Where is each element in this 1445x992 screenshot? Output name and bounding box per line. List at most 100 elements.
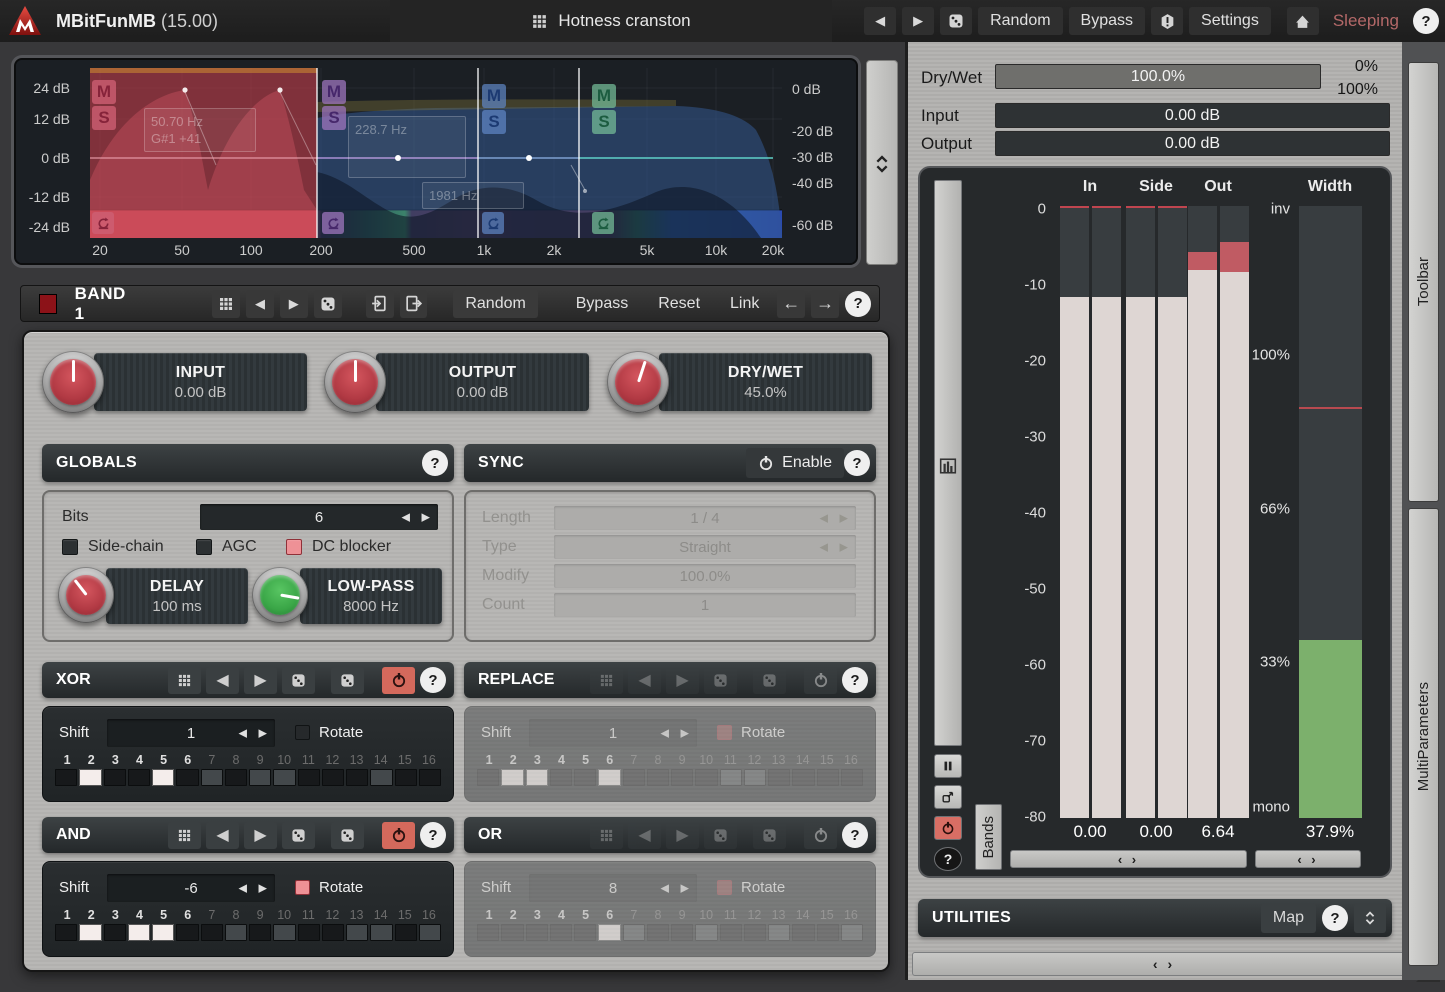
or-prev-button[interactable]: ◀ [628, 822, 661, 849]
bit-cell[interactable] [720, 769, 742, 786]
band-help-button[interactable]: ? [845, 291, 871, 317]
band4-mid-badge[interactable]: M [592, 84, 616, 108]
bit-cell[interactable] [817, 769, 839, 786]
tab-toolbar[interactable]: Toolbar [1408, 62, 1439, 502]
bit-cell[interactable] [152, 769, 174, 786]
bit-cell[interactable] [104, 769, 126, 786]
bit-cell[interactable] [526, 769, 548, 786]
band-paste-button[interactable] [400, 290, 428, 318]
drywet-display[interactable]: DRY/WET 45.0% [659, 353, 872, 411]
decrement-icon[interactable]: ◀ [661, 727, 669, 740]
decrement-icon[interactable]: ◀ [661, 882, 669, 895]
meter-hscrollbar-width[interactable]: ‹ › [1255, 850, 1361, 868]
band1-side-badge[interactable]: S [92, 106, 116, 130]
band1-mid-badge[interactable]: M [92, 80, 116, 104]
next-preset-button[interactable]: ▶ [902, 7, 934, 35]
bit-cell[interactable] [598, 769, 620, 786]
band1-range-icon[interactable] [92, 212, 114, 234]
replace-power-button[interactable] [804, 667, 837, 694]
bit-cell[interactable] [671, 769, 693, 786]
bit-cell[interactable] [201, 924, 223, 941]
sidechain-checkbox[interactable] [62, 539, 78, 555]
bit-cell[interactable] [792, 769, 814, 786]
band4-side-badge[interactable]: S [592, 110, 616, 134]
decrement-icon[interactable]: ◀ [820, 541, 828, 554]
and-rotate-checkbox[interactable] [295, 880, 310, 895]
xor-power-button[interactable] [382, 667, 415, 694]
bit-cell[interactable] [647, 924, 669, 941]
bit-cell[interactable] [768, 924, 790, 941]
or-rotate-checkbox[interactable] [717, 880, 732, 895]
sync-help-button[interactable]: ? [844, 450, 870, 476]
bit-cell[interactable] [501, 924, 523, 941]
sync-length-slider[interactable]: 1 / 4 ◀▶ [554, 506, 856, 530]
band2-mid-badge[interactable]: M [322, 80, 346, 104]
and-shift-slider[interactable]: -6 ◀▶ [107, 874, 275, 902]
band3-mid-badge[interactable]: M [482, 84, 506, 108]
band-randomize-button[interactable]: Random [453, 290, 537, 318]
bit-cell[interactable] [104, 924, 126, 941]
replace-next-button[interactable]: ▶ [666, 667, 699, 694]
bit-cell[interactable] [695, 769, 717, 786]
bottom-hscrollbar[interactable]: ‹ › [912, 952, 1416, 976]
bit-cell[interactable] [176, 924, 198, 941]
agc-checkbox[interactable] [196, 539, 212, 555]
band-prev-button[interactable]: ◀ [246, 290, 274, 318]
and-power-button[interactable] [382, 822, 415, 849]
band2-range-icon[interactable] [322, 212, 344, 234]
drywet-knob[interactable] [607, 351, 669, 413]
band-color-swatch[interactable] [39, 294, 57, 314]
or-random-button[interactable] [704, 822, 737, 849]
sync-count-slider[interactable]: 1 [554, 593, 856, 617]
meter-power-button[interactable] [934, 816, 962, 840]
xor-rotate-checkbox[interactable] [295, 725, 310, 740]
increment-icon[interactable]: ▶ [681, 882, 689, 895]
globals-help-button[interactable]: ? [422, 450, 448, 476]
increment-icon[interactable]: ▶ [840, 541, 848, 554]
bit-cell[interactable] [623, 769, 645, 786]
bands-tab-button[interactable]: Bands [975, 804, 1002, 870]
or-presets-button[interactable] [590, 822, 623, 849]
bit-cell[interactable] [201, 769, 223, 786]
bit-cell[interactable] [225, 924, 247, 941]
utilities-help-button[interactable]: ? [1322, 905, 1348, 931]
utilities-collapse-button[interactable] [1354, 903, 1386, 933]
delay-display[interactable]: DELAY 100 ms [106, 568, 248, 624]
bit-cell[interactable] [841, 924, 863, 941]
meter-help-button[interactable]: ? [934, 847, 962, 871]
bit-cell[interactable] [671, 924, 693, 941]
bit-cell[interactable] [128, 924, 150, 941]
band3-range-icon[interactable] [482, 212, 504, 234]
bit-cell[interactable] [370, 769, 392, 786]
band3-side-badge[interactable]: S [482, 110, 506, 134]
bit-cell[interactable] [298, 924, 320, 941]
band-link-button[interactable]: Link [718, 290, 771, 318]
melda-logo-icon[interactable] [8, 5, 42, 37]
bit-cell[interactable] [273, 769, 295, 786]
and-prev-button[interactable]: ◀ [206, 822, 239, 849]
bit-cell[interactable] [419, 924, 441, 941]
dc-blocker-checkbox[interactable] [286, 539, 302, 555]
replace-presets-button[interactable] [590, 667, 623, 694]
bit-cell[interactable] [395, 924, 417, 941]
tab-multiparameters[interactable]: MultiParameters [1408, 508, 1439, 966]
and-random2-button[interactable] [331, 822, 364, 849]
bit-cell[interactable] [550, 769, 572, 786]
xor-presets-button[interactable] [168, 667, 201, 694]
decrement-icon[interactable]: ◀ [820, 512, 828, 525]
bit-cell[interactable] [370, 924, 392, 941]
bit-cell[interactable] [419, 769, 441, 786]
global-drywet-slider[interactable]: 100.0% [995, 64, 1321, 89]
xor-prev-button[interactable]: ◀ [206, 667, 239, 694]
replace-prev-button[interactable]: ◀ [628, 667, 661, 694]
decrement-icon[interactable]: ◀ [239, 727, 247, 740]
band-random-button[interactable] [314, 290, 342, 318]
analyzer-zoom-scrollbar[interactable] [866, 60, 898, 265]
output-gain-display[interactable]: OUTPUT 0.00 dB [376, 353, 589, 411]
bit-cell[interactable] [55, 769, 77, 786]
xor-next-button[interactable]: ▶ [244, 667, 277, 694]
input-gain-display[interactable]: INPUT 0.00 dB [94, 353, 307, 411]
bit-cell[interactable] [574, 924, 596, 941]
bit-cell[interactable] [792, 924, 814, 941]
meter-range-scrollbar[interactable] [934, 180, 962, 746]
